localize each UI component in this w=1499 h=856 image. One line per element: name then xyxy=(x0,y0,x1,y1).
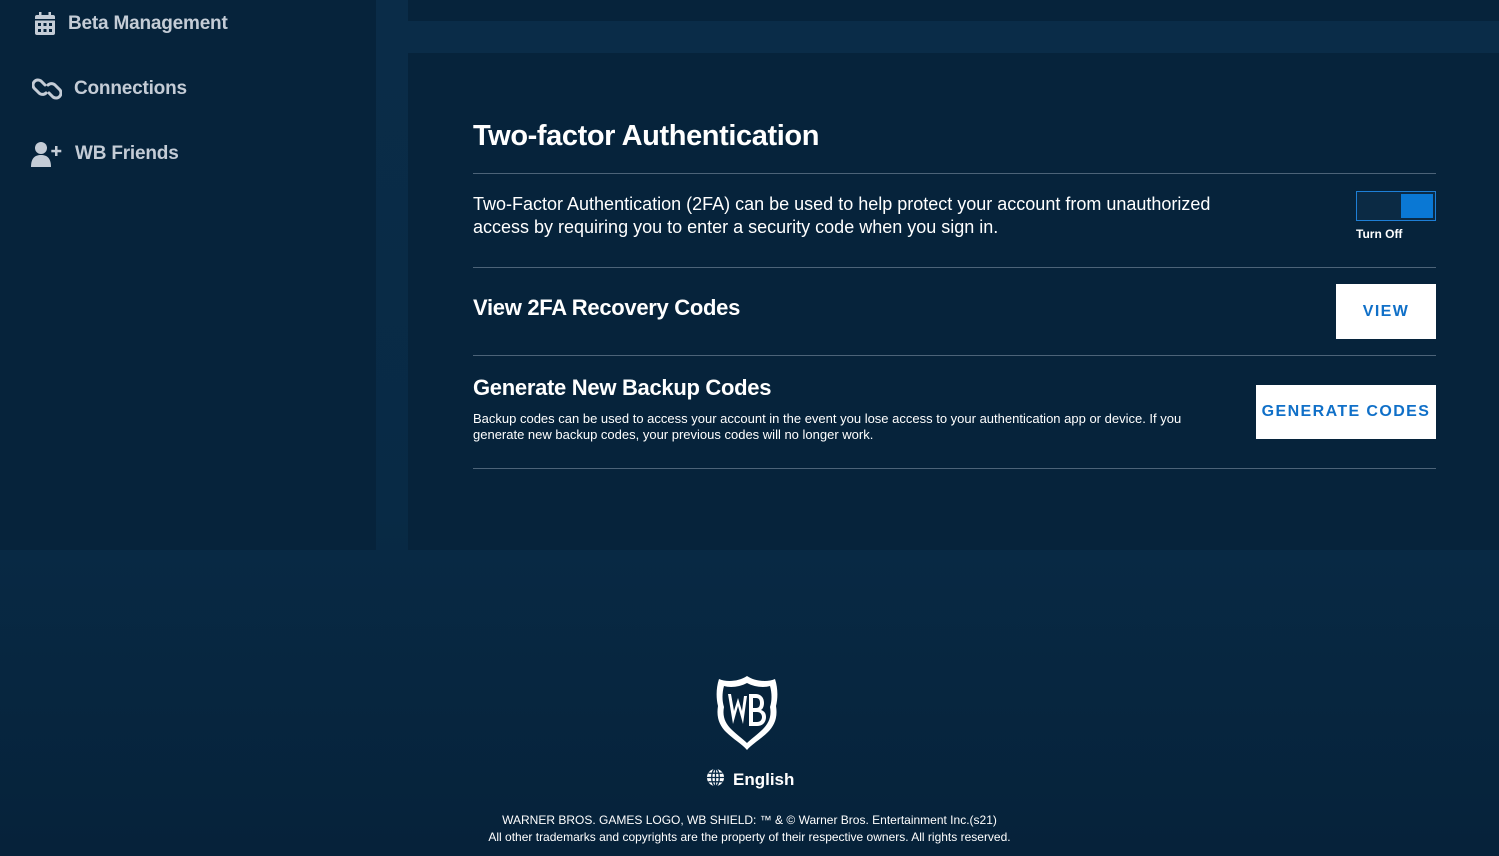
two-factor-toggle[interactable] xyxy=(1356,191,1436,221)
view-button[interactable]: VIEW xyxy=(1336,284,1436,339)
page: Beta Management Connections WB Friends T… xyxy=(0,0,1499,856)
divider xyxy=(473,267,1436,268)
sidebar-item-label: WB Friends xyxy=(75,143,179,164)
divider xyxy=(473,173,1436,174)
sidebar-item-label: Beta Management xyxy=(68,13,228,34)
two-factor-description: Two-Factor Authentication (2FA) can be u… xyxy=(473,194,1211,237)
generate-codes-button[interactable]: GENERATE CODES xyxy=(1256,385,1436,439)
page-title: Two-factor Authentication xyxy=(473,120,820,152)
legal-text-line2: All other trademarks and copyrights are … xyxy=(488,830,1011,844)
add-user-icon xyxy=(31,140,63,168)
backup-codes-title: Generate New Backup Codes xyxy=(473,375,772,400)
wb-shield-logo xyxy=(716,674,778,752)
backup-codes-description: Backup codes can be used to access your … xyxy=(473,411,1182,442)
divider xyxy=(473,355,1436,356)
link-icon xyxy=(31,75,63,103)
divider xyxy=(473,468,1436,469)
sidebar-item-connections[interactable]: Connections xyxy=(31,75,187,103)
toggle-knob xyxy=(1401,194,1433,218)
language-label: English xyxy=(733,770,795,789)
sidebar-item-beta-management[interactable]: Beta Management xyxy=(31,10,228,38)
calendar-icon xyxy=(31,10,59,38)
previous-section-card xyxy=(408,0,1499,21)
recovery-codes-title: View 2FA Recovery Codes xyxy=(473,295,741,320)
legal-text-line1: WARNER BROS. GAMES LOGO, WB SHIELD: ™ & … xyxy=(502,813,997,827)
sidebar-item-wb-friends[interactable]: WB Friends xyxy=(31,140,179,168)
language-selector[interactable]: English xyxy=(706,768,794,792)
toggle-label: Turn Off xyxy=(1356,227,1403,241)
sidebar: Beta Management Connections WB Friends xyxy=(0,0,376,550)
globe-icon xyxy=(706,768,725,792)
sidebar-item-label: Connections xyxy=(74,78,187,99)
